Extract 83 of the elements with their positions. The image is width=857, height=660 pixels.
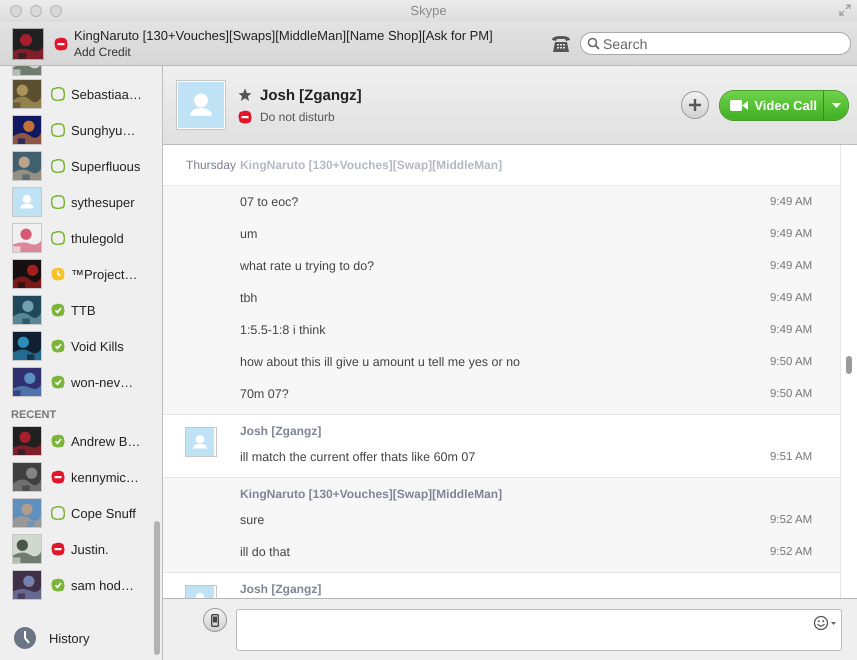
contact-name: thulegold [71,230,124,246]
contact-name: won-nev… [71,374,134,390]
message-time: 9:49 AM [770,196,812,208]
message-text: sure [240,513,264,527]
contact-name: Cope Snuff [71,506,136,520]
star-icon[interactable] [238,88,252,102]
contact-item[interactable]: Sebastiaa… [0,76,154,112]
sender-name: Josh [Zgangz] [240,423,322,440]
close-button[interactable] [10,5,22,17]
contact-item[interactable]: sythesuper [0,184,154,220]
message-text: what rate u trying to do? [240,259,374,273]
sender-name: KingNaruto [130+Vouches][Swap][MiddleMan] [240,486,502,503]
contact-item[interactable]: won-nev… [0,364,154,400]
zoom-button[interactable] [50,5,62,17]
message-text: ill match the current offer thats like 60m 07 [240,450,476,464]
contact-name: kennymic… [71,470,139,484]
phone-icon [211,614,219,626]
contact-name: Void Kills [71,338,124,354]
sender-name: Josh [Zgangz] [240,581,322,598]
contact-name: Sebastiaa… [71,86,142,102]
add-button[interactable] [681,91,710,119]
emoticon-icon[interactable] [813,614,837,630]
contact-item[interactable]: Superfluous [0,148,154,184]
contact-item[interactable]: Cope Snuff [0,495,154,531]
message-time: 9:49 AM [770,228,812,240]
contact-item[interactable]: thulegold [0,220,154,256]
message-time: 9:50 AM [770,388,812,400]
contact-name: sam hod… [71,578,134,592]
message-time: 9:49 AM [770,324,812,336]
message-text: tbh [240,291,258,305]
message-time: 9:52 AM [770,546,812,558]
contact-title: Josh [Zgangz] [260,86,362,104]
contact-item[interactable]: kennymic… [0,459,154,495]
contact-item[interactable]: TTB [0,292,154,328]
sender-name: KingNaruto [130+Vouches][Swap][MiddleMan] [240,157,502,174]
message-text: how about this ill give u amount u tell me yes or no [240,355,520,369]
scrollbar-thumb[interactable] [846,356,852,374]
message-time: 9:49 AM [770,292,812,304]
section-heading: RECENT [11,409,56,421]
minimize-button[interactable] [30,5,42,17]
add-credit-link[interactable]: Add Credit [74,45,131,59]
account-name: KingNaruto [130+Vouches][Swaps][MiddleMan][Name Shop][Ask for PM] [74,28,494,43]
contact-item[interactable]: Void Kills [0,328,154,364]
search-icon [587,37,600,50]
contact-item[interactable]: Sunghyu… [0,112,154,148]
clock-icon [14,627,36,649]
default-avatar-icon [13,188,41,216]
dial-pad-icon[interactable] [550,34,572,54]
message-text: 70m 07? [240,387,289,401]
message-time: 9:49 AM [770,260,812,272]
message-text: um [240,227,258,241]
message-time: 9:50 AM [770,356,812,368]
video-camera-icon [730,100,748,110]
contact-name: Justin. [71,542,109,556]
window-title: Skype [410,3,447,18]
contact-name: Andrew B… [71,434,140,448]
search-field[interactable]: Search [580,32,851,55]
message-time: 9:52 AM [770,514,812,526]
contact-item[interactable]: Justin. [0,531,154,567]
date-header: Thursday [186,158,238,172]
contact-item[interactable]: sam hod… [0,567,154,603]
fullscreen-icon[interactable] [839,4,851,16]
message-input[interactable] [236,608,842,650]
contact-name: TTB [71,302,96,318]
caret-icon [832,102,840,108]
contact-name: ™Project… [71,266,138,282]
plus-icon [689,99,702,111]
status-text: Do not disturb [260,110,335,124]
history-item[interactable]: History [0,616,154,660]
contact-item[interactable]: Andrew B… [0,423,154,459]
contact-name: Superfluous [71,158,140,174]
default-avatar-icon [186,428,214,456]
message-text: ill do that [240,545,290,559]
message-time: 9:51 AM [770,451,812,463]
default-avatar-icon [178,82,224,128]
contact-name: Sunghyu… [71,122,136,138]
message-text: 07 to eoc? [240,195,298,209]
scrollbar-thumb[interactable] [154,521,160,655]
message-text: 1:5.5-1:8 i think [240,323,326,337]
contact-item[interactable]: ™Project… [0,256,154,292]
contact-name: sythesuper [71,194,135,210]
dropdown-button[interactable] [823,90,848,120]
mobile-button[interactable] [203,608,227,632]
